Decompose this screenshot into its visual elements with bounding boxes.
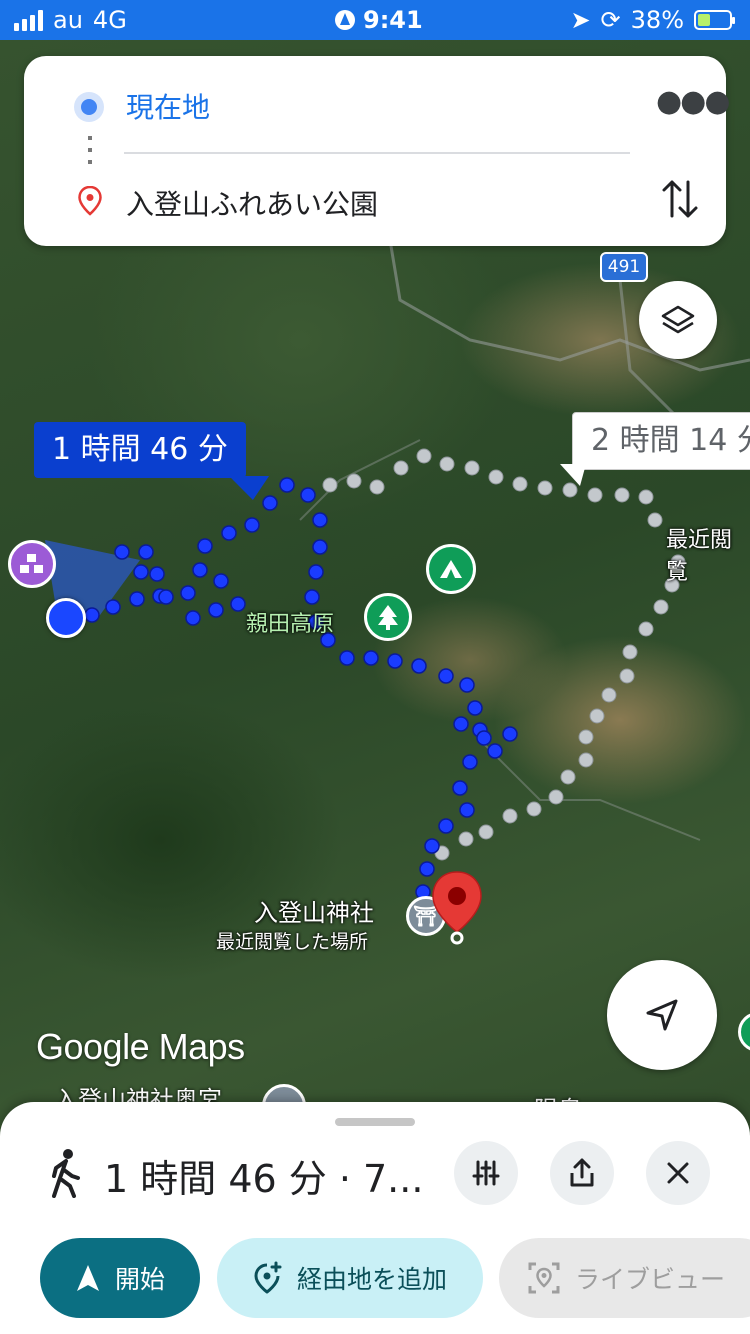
alt-route-time-label[interactable]: 2 時間 14 分 [572,412,750,470]
navigation-arrow-icon [646,999,678,1031]
add-stop-button[interactable]: 経由地を追加 [217,1238,483,1318]
google-maps-logo: Google Maps [36,1026,245,1067]
start-navigation-button[interactable]: 開始 [40,1238,200,1318]
destination-map-sublabel: 最近閲覧した場所 [216,931,369,953]
navigation-icon [76,1265,99,1291]
live-view-button[interactable]: ライブビュー [499,1238,750,1318]
live-view-icon [528,1262,560,1294]
clock: 9:41 [363,6,423,34]
share-button[interactable] [550,1141,614,1205]
location-arrow-icon: ➤ [570,6,591,34]
recent-top-right-label: 最近閲覧 [666,528,733,585]
layers-button[interactable] [639,281,717,359]
route-connector [88,136,92,168]
network-label: 4G [92,6,127,34]
swap-icon [662,180,698,218]
destination-field[interactable]: 入登山ふれあい公園 [126,183,378,223]
alt-label-pointer [560,464,586,486]
battery-icon [694,10,735,30]
route-options-button[interactable] [454,1141,518,1205]
rotation-lock-icon: ⟳ [600,6,621,34]
add-stop-label: 経由地を追加 [296,1265,447,1294]
recenter-button[interactable] [607,960,717,1070]
plateau-label: 親田高原 [246,612,335,637]
layers-icon [661,305,695,334]
swap-route-button[interactable] [656,176,704,224]
sheet-drag-handle[interactable] [335,1118,415,1126]
destination-map-label: 入登山神社 [254,899,374,927]
share-icon [570,1158,594,1187]
status-bar: au 4G 9:41 ➤ ⟳ 38% [0,0,750,40]
route-summary: 1 時間 46 分 · 7... [104,1157,424,1201]
add-location-icon [254,1261,282,1294]
current-location-marker [46,598,86,638]
route-491-badge: 491 [600,252,648,282]
more-vert-icon: ●●● [656,84,731,119]
park-poi-icon[interactable] [364,593,412,641]
origin-dot-icon [74,92,104,122]
primary-route-time-label[interactable]: 1 時間 46 分 [34,422,246,478]
walking-icon [46,1148,86,1198]
start-label: 開始 [114,1265,165,1294]
close-icon [667,1162,689,1184]
navigation-mode-icon [335,10,355,30]
signal-icon [14,9,43,31]
more-options-button[interactable]: ●●● [656,84,731,124]
close-button[interactable] [646,1141,710,1205]
origin-field[interactable]: 現在地 [126,86,210,126]
tune-icon [472,1160,500,1186]
route-divider [124,152,630,154]
carrier-label: au [53,6,83,34]
battery-percent: 38% [630,6,684,34]
attraction-poi-icon[interactable] [8,540,56,588]
live-view-label: ライブビュー [575,1265,726,1294]
destination-pin-icon[interactable] [430,870,484,948]
campground-poi-icon[interactable] [426,544,476,594]
destination-pin-small-icon [78,185,102,220]
